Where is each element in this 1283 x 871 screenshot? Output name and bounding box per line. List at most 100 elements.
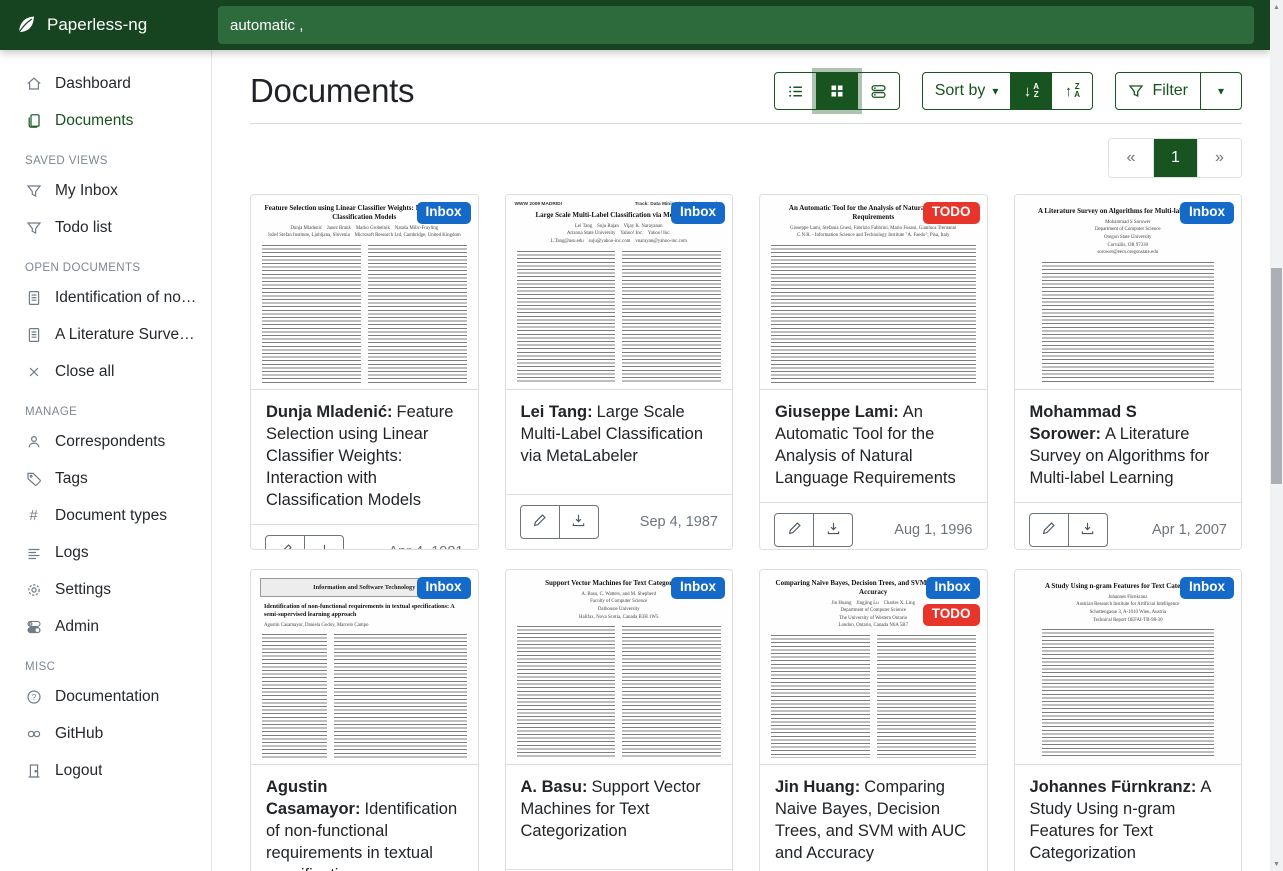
document-card-body[interactable]: Lei TangLarge Scale Multi-Label Classifi…: [506, 390, 733, 494]
edit-document-button[interactable]: [774, 513, 814, 547]
sidebar-item-document-types[interactable]: # Document types: [0, 497, 211, 534]
sidebar-item-open-doc-2[interactable]: A Literature Survey on ...: [0, 316, 211, 353]
sidebar-item-my-inbox[interactable]: My Inbox: [0, 172, 211, 209]
pagination-page-1[interactable]: 1: [1153, 139, 1197, 177]
funnel-icon: [25, 182, 42, 199]
thumbnail-text-lines: [622, 251, 721, 383]
tag-badge[interactable]: Inbox: [671, 577, 725, 599]
document-tags: Inbox: [1180, 577, 1234, 599]
scrollbar-down-arrow[interactable]: ▼: [1270, 857, 1283, 871]
document-card-body[interactable]: Johannes FürnkranzA Study Using n-gram F…: [1015, 765, 1242, 871]
edit-document-button[interactable]: [265, 535, 305, 550]
document-card[interactable]: WWW 2009 MADRID! Track: Data Mining / Se…: [505, 194, 734, 550]
scrollbar-up-arrow[interactable]: ▲: [1270, 0, 1283, 14]
person-icon: [25, 433, 42, 450]
pencil-icon: [532, 513, 547, 531]
sidebar-item-github[interactable]: GitHub: [0, 715, 211, 752]
document-card-body[interactable]: Giuseppe LamiAn Automatic Tool for the A…: [760, 390, 987, 502]
download-document-button[interactable]: [1068, 513, 1108, 547]
tag-badge[interactable]: Inbox: [417, 202, 471, 224]
document-card-body[interactable]: Mohammad S SorowerA Literature Survey on…: [1015, 390, 1242, 502]
document-thumbnail[interactable]: Feature Selection using Linear Classifie…: [251, 195, 478, 390]
sort-descending-button[interactable]: ↓ AZ: [1010, 72, 1052, 110]
sidebar-item-correspondents[interactable]: Correspondents: [0, 423, 211, 460]
document-card-body[interactable]: Agustin CasamayorIdentification of non-f…: [251, 765, 478, 871]
paperless-app: Paperless-ng automatic , Dashboard Docum…: [0, 0, 1283, 871]
tag-badge[interactable]: Inbox: [926, 577, 980, 599]
document-card[interactable]: Information and Software Technology Iden…: [250, 569, 479, 871]
sidebar-item-documentation[interactable]: ? Documentation: [0, 678, 211, 715]
document-tags: Inbox: [1180, 202, 1234, 224]
sidebar-item-todo-list[interactable]: Todo list: [0, 209, 211, 246]
sidebar-item-dashboard[interactable]: Dashboard: [0, 65, 211, 102]
document-tags: Inbox: [671, 577, 725, 599]
thumbnail-text-lines: [1042, 262, 1215, 383]
document-thumbnail[interactable]: Information and Software Technology Iden…: [251, 570, 478, 765]
document-thumbnail[interactable]: Support Vector Machines for Text Categor…: [506, 570, 733, 765]
filter-button[interactable]: Filter: [1115, 72, 1201, 110]
view-small-cards-button[interactable]: [816, 72, 858, 110]
tag-badge[interactable]: TODO: [923, 604, 980, 626]
document-thumbnail[interactable]: WWW 2009 MADRID! Track: Data Mining / Se…: [506, 195, 733, 390]
sidebar-item-label: Identification of non-fu...: [55, 289, 201, 307]
document-card[interactable]: An Automatic Tool for the Analysis of Na…: [759, 194, 988, 550]
hash-icon: #: [25, 507, 42, 524]
tag-badge[interactable]: Inbox: [417, 577, 471, 599]
sidebar-item-label: Dashboard: [55, 75, 131, 93]
leaf-logo-icon: [15, 14, 37, 36]
document-card-body[interactable]: Jin HuangComparing Naive Bayes, Decision…: [760, 765, 987, 871]
document-card[interactable]: Comparing Naive Bayes, Decision Trees, a…: [759, 569, 988, 871]
door-logout-icon: [25, 762, 42, 779]
sidebar-item-logs[interactable]: Logs: [0, 534, 211, 571]
sort-by-label: Sort by: [935, 82, 986, 100]
sidebar-item-settings[interactable]: Settings: [0, 571, 211, 608]
scrollbar-thumb[interactable]: [1271, 268, 1282, 484]
search-input[interactable]: automatic ,: [218, 6, 1254, 44]
download-icon: [317, 543, 332, 550]
sort-ascending-button[interactable]: ↑ ZA: [1051, 72, 1093, 110]
document-card[interactable]: Feature Selection using Linear Classifie…: [250, 194, 479, 550]
view-details-button[interactable]: [774, 72, 817, 110]
document-card[interactable]: A Study Using n-gram Features for Text C…: [1014, 569, 1243, 871]
tag-icon: [25, 470, 42, 487]
sidebar-item-tags[interactable]: Tags: [0, 460, 211, 497]
tag-badge[interactable]: Inbox: [1180, 577, 1234, 599]
document-correspondent: Jin Huang: [775, 778, 860, 796]
document-card[interactable]: A Literature Survey on Algorithms for Mu…: [1014, 194, 1243, 550]
app-brand[interactable]: Paperless-ng: [0, 14, 212, 36]
edit-document-button[interactable]: [1029, 513, 1069, 547]
pagination-previous[interactable]: «: [1109, 139, 1153, 177]
sidebar-item-admin[interactable]: Admin: [0, 608, 211, 645]
document-card[interactable]: Support Vector Machines for Text Categor…: [505, 569, 734, 871]
tag-badge[interactable]: Inbox: [671, 202, 725, 224]
document-card-body[interactable]: A. BasuSupport Vector Machines for Text …: [506, 765, 733, 869]
sidebar-item-documents[interactable]: Documents: [0, 102, 211, 139]
file-text-icon: [25, 289, 42, 306]
home-icon: [25, 75, 42, 92]
document-thumbnail[interactable]: An Automatic Tool for the Analysis of Na…: [760, 195, 987, 390]
sidebar-item-open-doc-1[interactable]: Identification of non-fu...: [0, 279, 211, 316]
sidebar-item-logout[interactable]: Logout: [0, 752, 211, 789]
document-thumbnail[interactable]: A Study Using n-gram Features for Text C…: [1015, 570, 1242, 765]
document-thumbnail[interactable]: A Literature Survey on Algorithms for Mu…: [1015, 195, 1242, 390]
view-large-cards-button[interactable]: [857, 72, 900, 110]
download-document-button[interactable]: [813, 513, 853, 547]
pagination-next[interactable]: »: [1197, 139, 1241, 177]
thumbnail-text-lines: [877, 635, 976, 758]
search-input-value: automatic ,: [230, 17, 303, 34]
download-document-button[interactable]: [304, 535, 344, 550]
file-text-icon: [25, 326, 42, 343]
page-scrollbar[interactable]: ▲ ▼: [1270, 0, 1283, 871]
download-document-button[interactable]: [559, 505, 599, 539]
tag-badge[interactable]: Inbox: [1180, 202, 1234, 224]
sort-by-dropdown-button[interactable]: Sort by ▾: [922, 72, 1012, 110]
sidebar-item-close-all[interactable]: Close all: [0, 353, 211, 390]
tag-badge[interactable]: TODO: [923, 202, 980, 224]
edit-document-button[interactable]: [520, 505, 560, 539]
document-card-body[interactable]: Dunja MladenićFeature Selection using Li…: [251, 390, 478, 524]
sidebar-item-label: Document types: [55, 507, 167, 525]
filter-dropdown-button[interactable]: ▾: [1200, 72, 1242, 110]
filter-group: Filter ▾: [1115, 72, 1242, 110]
document-thumbnail[interactable]: Comparing Naive Bayes, Decision Trees, a…: [760, 570, 987, 765]
sidebar-item-label: Todo list: [55, 219, 112, 237]
